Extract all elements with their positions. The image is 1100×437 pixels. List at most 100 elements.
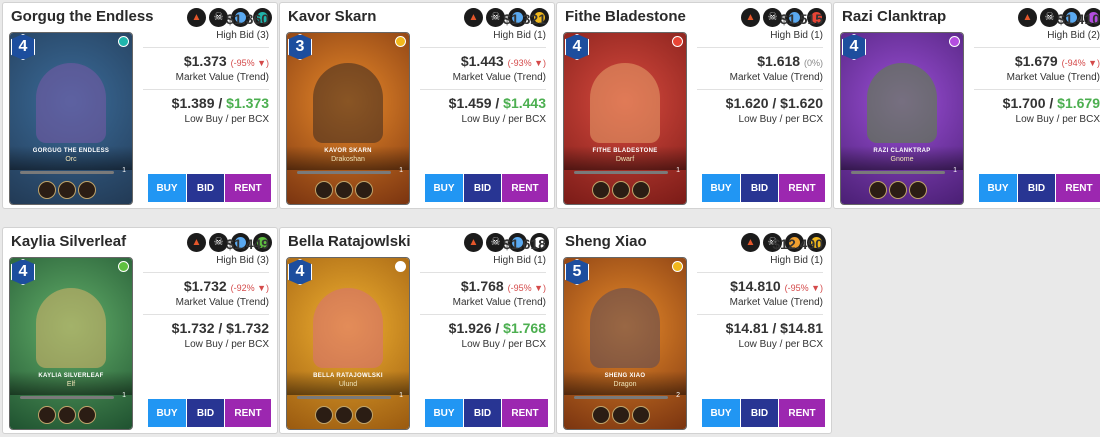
edition-icon xyxy=(395,261,406,272)
divider xyxy=(697,314,823,315)
low-buy-label: Low Buy / per BCX xyxy=(738,339,823,350)
bid-button[interactable]: BID xyxy=(464,399,501,427)
high-bid-price: $1.515 xyxy=(780,11,823,27)
market-trend-percent: (-95% xyxy=(784,283,809,293)
card-title[interactable]: Gorgug the Endless xyxy=(11,8,154,25)
ability-icons xyxy=(315,406,373,424)
buy-button[interactable]: BUY xyxy=(979,174,1017,202)
card-artwork[interactable]: 4 RAZI CLANKTRAP Gnome 1 xyxy=(840,32,964,205)
low-buy-label: Low Buy / per BCX xyxy=(184,339,269,350)
card-title[interactable]: Kaylia Silverleaf xyxy=(11,233,126,250)
market-value-label: Market Value (Trend) xyxy=(175,72,269,83)
health-value: 1 xyxy=(399,392,403,399)
buy-button[interactable]: BUY xyxy=(702,399,740,427)
health-value: 1 xyxy=(122,392,126,399)
high-bid-price: $1.449 xyxy=(226,236,269,252)
bid-button[interactable]: BID xyxy=(741,399,778,427)
level-badge: 4 xyxy=(11,34,35,60)
trend-down-icon: ▼) xyxy=(531,283,546,293)
market-value-price: $1.679 xyxy=(1014,53,1058,69)
card-artwork[interactable]: 3 KAVOR SKARN Drakoshan 1 xyxy=(286,32,410,205)
card-title[interactable]: Sheng Xiao xyxy=(565,233,647,250)
ability-icons xyxy=(38,406,96,424)
health-bar xyxy=(297,171,391,174)
low-buy-row: $1.732 / $1.732 xyxy=(171,320,269,336)
ability-icons xyxy=(869,181,927,199)
ability-icon xyxy=(592,181,610,199)
bid-button[interactable]: BID xyxy=(1018,174,1055,202)
card-artwork[interactable]: 4 BELLA RATAJOWLSKI Ulund 1 xyxy=(286,257,410,430)
market-card[interactable]: Kaylia Silverleaf ▲ ☠ 4 KAYLIA SILVERLEAF… xyxy=(2,227,278,434)
bid-button[interactable]: BID xyxy=(187,174,224,202)
rent-button[interactable]: RENT xyxy=(1056,174,1100,202)
bid-button[interactable]: BID xyxy=(741,174,778,202)
card-title[interactable]: Fithe Bladestone xyxy=(565,8,686,25)
rent-button[interactable]: RENT xyxy=(225,174,271,202)
buy-button[interactable]: BUY xyxy=(148,399,186,427)
edition-icon xyxy=(949,36,960,47)
market-value-label: Market Value (Trend) xyxy=(452,72,546,83)
market-value-row: $1.443 (-93% ▼) xyxy=(420,53,546,69)
card-nameplate: RAZI CLANKTRAP Gnome xyxy=(841,146,963,170)
trend-down-icon: ▼) xyxy=(808,283,823,293)
rent-button[interactable]: RENT xyxy=(502,399,548,427)
rent-button[interactable]: RENT xyxy=(779,174,825,202)
card-title[interactable]: Razi Clanktrap xyxy=(842,8,946,25)
card-title[interactable]: Bella Ratajowlski xyxy=(288,233,411,250)
card-artwork[interactable]: 4 FITHE BLADESTONE Dwarf 1 xyxy=(563,32,687,205)
rent-button[interactable]: RENT xyxy=(779,399,825,427)
market-value-price: $1.373 xyxy=(183,53,227,69)
buy-button[interactable]: BUY xyxy=(425,174,463,202)
low-buy-label: Low Buy / per BCX xyxy=(184,114,269,125)
art-card-type: Drakoshan xyxy=(331,156,365,163)
per-bcx-price: $1.679 xyxy=(1057,95,1100,111)
high-bid-label: High Bid (3) xyxy=(216,255,269,266)
divider xyxy=(974,47,1100,48)
edition-icon xyxy=(672,261,683,272)
art-card-type: Orc xyxy=(65,156,77,163)
divider xyxy=(143,89,269,90)
action-buttons: BUY BID RENT xyxy=(702,399,825,427)
market-value-label: Market Value (Trend) xyxy=(729,297,823,308)
market-card[interactable]: Kavor Skarn ▲ ☠ 3 KAVOR SKARN Drakoshan 1… xyxy=(279,2,555,209)
market-value-row: $1.618 (0%) xyxy=(697,53,823,69)
market-card[interactable]: Razi Clanktrap ▲ ☠ 4 RAZI CLANKTRAP Gnome… xyxy=(833,2,1100,209)
per-bcx-price: $1.620 xyxy=(780,95,823,111)
buy-button[interactable]: BUY xyxy=(425,399,463,427)
market-card[interactable]: Gorgug the Endless ▲ ☠ 4 GORGUG THE ENDLE… xyxy=(2,2,278,209)
art-card-name: GORGUG THE ENDLESS xyxy=(32,148,110,154)
bid-button[interactable]: BID xyxy=(187,399,224,427)
health-value: 2 xyxy=(676,392,680,399)
ability-icon xyxy=(889,181,907,199)
market-value-label: Market Value (Trend) xyxy=(452,297,546,308)
high-bid-price: $12.490 xyxy=(772,236,823,252)
market-card[interactable]: Sheng Xiao ▲ ☠ 5 SHENG XIAO Dragon 2 $12.… xyxy=(556,227,832,434)
card-artwork[interactable]: 4 GORGUG THE ENDLESS Orc 1 xyxy=(9,32,133,205)
market-card[interactable]: Fithe Bladestone ▲ ☠ 4 FITHE BLADESTONE D… xyxy=(556,2,832,209)
art-card-name: BELLA RATAJOWLSKI xyxy=(313,373,383,379)
card-title[interactable]: Kavor Skarn xyxy=(288,8,376,25)
trend-down-icon: ▼) xyxy=(254,58,269,68)
card-artwork[interactable]: 4 KAYLIA SILVERLEAF Elf 1 xyxy=(9,257,133,430)
rent-button[interactable]: RENT xyxy=(502,174,548,202)
health-value: 1 xyxy=(399,167,403,174)
ability-icons xyxy=(315,181,373,199)
high-bid-label: High Bid (1) xyxy=(493,255,546,266)
divider xyxy=(420,272,546,273)
per-bcx-price: $14.81 xyxy=(780,320,823,336)
ability-icon xyxy=(38,406,56,424)
level-badge: 4 xyxy=(842,34,866,60)
low-buy-price: $1.700 xyxy=(1002,95,1046,111)
market-value-price: $1.618 xyxy=(757,53,801,69)
buy-button[interactable]: BUY xyxy=(148,174,186,202)
card-artwork[interactable]: 5 SHENG XIAO Dragon 2 xyxy=(563,257,687,430)
buy-button[interactable]: BUY xyxy=(702,174,740,202)
low-buy-label: Low Buy / per BCX xyxy=(461,339,546,350)
rent-button[interactable]: RENT xyxy=(225,399,271,427)
market-card[interactable]: Bella Ratajowlski ▲ ☠ 4 BELLA RATAJOWLSKI… xyxy=(279,227,555,434)
art-card-name: RAZI CLANKTRAP xyxy=(873,148,931,154)
bid-button[interactable]: BID xyxy=(464,174,501,202)
low-buy-price: $1.459 xyxy=(448,95,492,111)
market-trend-percent: (-93% xyxy=(507,58,532,68)
low-buy-label: Low Buy / per BCX xyxy=(461,114,546,125)
